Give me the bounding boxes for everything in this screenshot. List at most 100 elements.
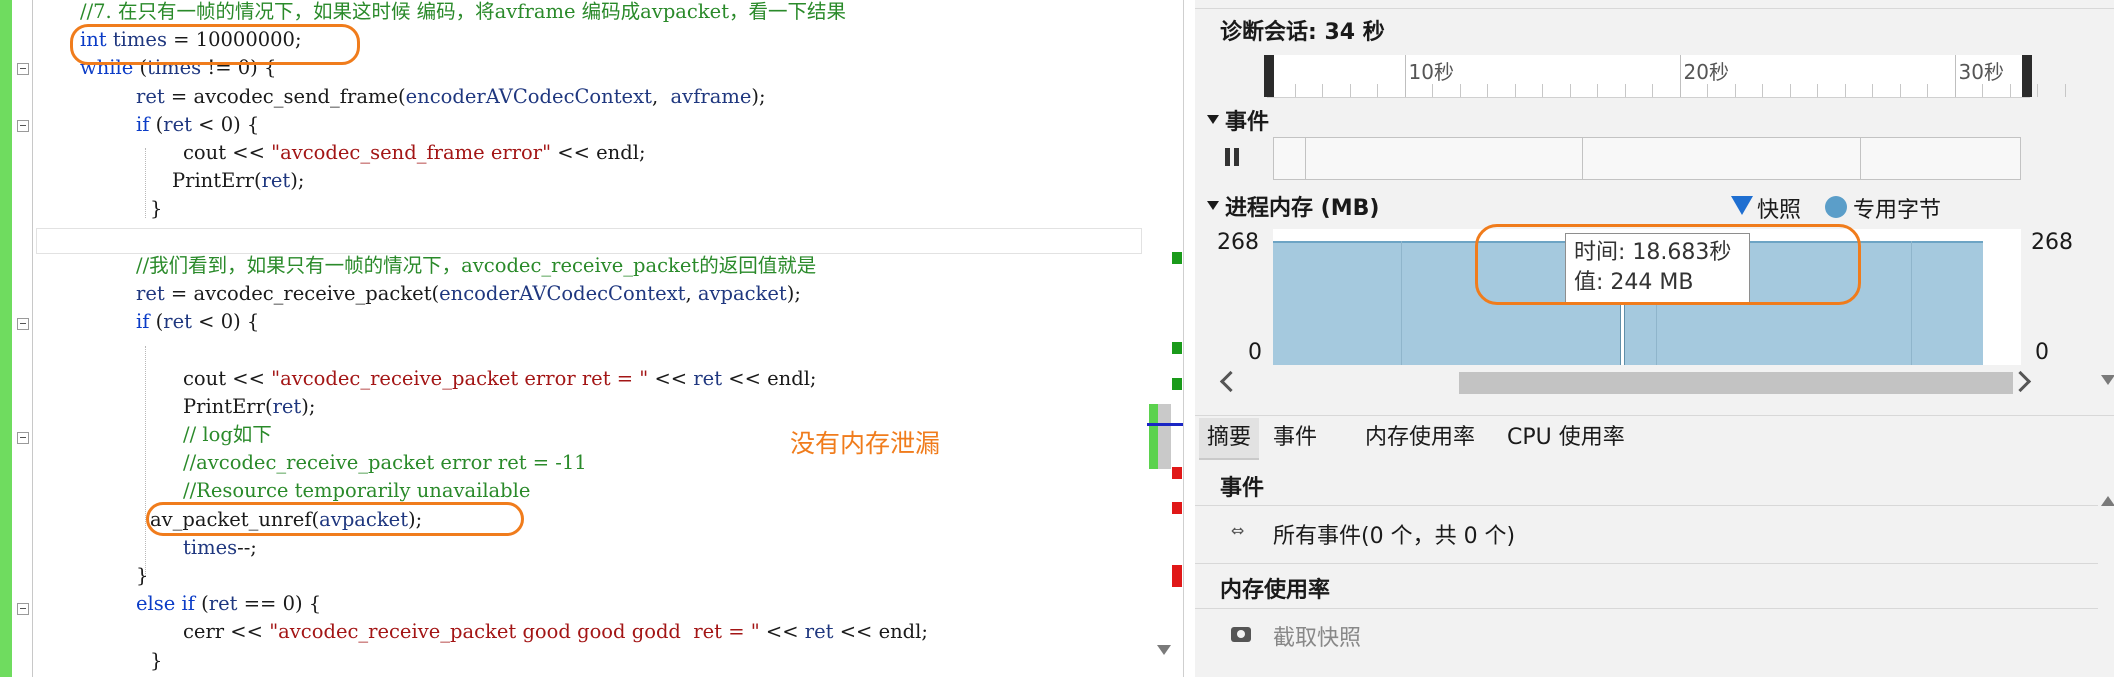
overview-scroll-thumb[interactable] — [1149, 404, 1158, 469]
ruler-minor-tick — [1322, 84, 1323, 97]
code-line[interactable]: if (ret < 0) { — [136, 111, 259, 139]
code-line[interactable]: times--; — [183, 534, 257, 562]
fold-toggle-while[interactable] — [17, 63, 29, 75]
tab-memory-usage[interactable]: 内存使用率 — [1357, 418, 1483, 458]
overview-marker-red[interactable] — [1172, 565, 1182, 587]
summary-events-header: 事件 — [1220, 476, 1265, 501]
summary-memory-header: 内存使用率 — [1220, 578, 1331, 603]
code-line[interactable]: PrintErr(ret); — [172, 167, 304, 195]
code-token: if — [136, 310, 150, 334]
code-token: //我们看到，如果只有一帧的情况下，avcodec_receive_packet… — [136, 253, 817, 277]
code-token: times — [183, 535, 238, 559]
events-track[interactable] — [1273, 137, 2021, 180]
collapse-memory-icon[interactable] — [1207, 201, 1219, 210]
code-token: //Resource temporarily unavailable — [183, 479, 531, 503]
fold-toggle-if-receive[interactable] — [17, 318, 29, 330]
code-token: ); — [786, 282, 801, 305]
code-line[interactable]: //7. 在只有一帧的情况下，如果这时候 编码，将avframe 编码成avpa… — [80, 0, 846, 26]
chart-hscroll-thumb[interactable] — [1459, 372, 2013, 394]
code-line[interactable]: } — [150, 195, 162, 223]
overview-marker-green[interactable] — [1172, 342, 1182, 354]
indent-guide — [145, 148, 146, 218]
ruler-minor-tick — [1652, 84, 1653, 97]
code-line[interactable]: //avcodec_receive_packet error ret = -11 — [183, 449, 587, 477]
overview-marker-red[interactable] — [1172, 502, 1182, 514]
pause-icon-bar-right[interactable] — [1234, 148, 1239, 166]
chart-gridline — [1911, 241, 1913, 365]
divider — [1195, 505, 2114, 506]
pause-icon-bar-left[interactable] — [1225, 148, 1230, 166]
ruler-minor-tick — [2064, 84, 2066, 97]
events-grid — [1860, 137, 1861, 180]
code-line[interactable]: ret = avcodec_send_frame(encoderAVCodecC… — [136, 83, 766, 111]
code-line[interactable]: else if (ret == 0) { — [136, 590, 321, 618]
fold-toggle-comment[interactable] — [17, 432, 29, 444]
code-token: ( — [149, 112, 164, 136]
events-grid — [1582, 137, 1583, 180]
tab-cpu-usage[interactable]: CPU 使用率 — [1499, 418, 1633, 458]
code-editor[interactable]: //7. 在只有一帧的情况下，如果这时候 编码，将avframe 编码成avpa… — [0, 0, 1150, 677]
ruler-major-tick — [1679, 55, 1681, 97]
divider — [1195, 415, 2114, 416]
fold-toggle-else-if[interactable] — [17, 603, 29, 615]
ruler-minor-tick — [1514, 84, 1516, 97]
ruler-minor-tick — [1789, 84, 1791, 97]
code-line[interactable]: cout << "avcodec_send_frame error" << en… — [183, 139, 646, 167]
code-token: ret — [208, 592, 238, 616]
code-line[interactable]: } — [136, 562, 148, 590]
scroll-down-arrow-icon[interactable] — [1157, 645, 1171, 655]
code-line[interactable]: } — [150, 647, 162, 675]
fold-toggle-if-send[interactable] — [17, 120, 29, 132]
code-token: << — [759, 620, 805, 644]
ruler-minor-tick — [1927, 84, 1928, 97]
ruler-minor-tick — [2037, 84, 2038, 97]
tab-events[interactable]: 事件 — [1265, 418, 1325, 458]
code-line[interactable]: cout << "avcodec_receive_packet error re… — [183, 365, 817, 393]
code-token: = — [164, 84, 194, 108]
take-snapshot-button[interactable]: 截取快照 — [1273, 620, 1361, 652]
ruler-major-tick — [1404, 55, 1406, 97]
code-token: "avcodec_receive_packet error ret = " — [271, 366, 649, 390]
timeline-left-handle[interactable] — [1264, 55, 1274, 97]
code-token: PrintErr( — [183, 394, 273, 418]
code-line[interactable]: cerr << "avcodec_receive_packet good goo… — [183, 618, 928, 646]
legend-snapshot: 快照 — [1757, 198, 1802, 223]
outline-gutter — [32, 0, 33, 677]
ruler-minor-tick — [1569, 84, 1571, 97]
code-line[interactable]: //我们看到，如果只有一帧的情况下，avcodec_receive_packet… — [136, 252, 816, 280]
scroll-up-icon[interactable] — [2101, 496, 2114, 506]
code-token: < 0) { — [191, 310, 260, 334]
code-token: encoderAVCodecContext — [405, 84, 652, 108]
tab-summary[interactable]: 摘要 — [1199, 418, 1260, 460]
overview-caret-line — [1147, 423, 1183, 426]
overview-marker-green[interactable] — [1172, 252, 1182, 264]
all-events-link[interactable]: 所有事件(0 个，共 0 个) — [1273, 518, 1515, 550]
code-token: --; — [237, 535, 257, 559]
code-token: ( — [397, 84, 406, 108]
code-line[interactable]: ret = avcodec_receive_packet(encoderAVCo… — [136, 280, 801, 308]
y-axis-min-left: 0 — [1248, 340, 1262, 365]
timeline-ruler[interactable] — [1267, 55, 2030, 98]
y-axis-max-right: 268 — [2031, 230, 2073, 255]
ruler-minor-tick — [1542, 84, 1543, 97]
summary-vscroll[interactable] — [2098, 460, 2114, 677]
events-section-title: 事件 — [1225, 110, 1270, 135]
code-token: ret — [272, 394, 302, 418]
legend-private-bytes: 专用字节 — [1853, 198, 1942, 223]
chart-scroll-down-icon[interactable] — [2101, 375, 2114, 385]
code-token: // log如下 — [183, 423, 272, 446]
code-line[interactable]: // log如下 — [183, 421, 272, 449]
overview-marker-green[interactable] — [1172, 378, 1182, 390]
ruler-label: 30秒 — [1958, 60, 2004, 84]
overview-marker-red[interactable] — [1172, 467, 1182, 479]
pane-splitter[interactable] — [1183, 0, 1184, 677]
code-token: cerr << — [183, 620, 270, 644]
code-line[interactable]: PrintErr(ret); — [183, 393, 315, 421]
timeline-right-handle[interactable] — [2022, 55, 2032, 97]
code-token: == 0) { — [237, 592, 322, 616]
collapse-events-icon[interactable] — [1207, 115, 1219, 124]
code-line[interactable]: if (ret < 0) { — [136, 308, 259, 336]
ruler-minor-tick — [1734, 84, 1736, 97]
divider — [1195, 563, 2114, 564]
ruler-minor-tick — [1707, 84, 1708, 97]
